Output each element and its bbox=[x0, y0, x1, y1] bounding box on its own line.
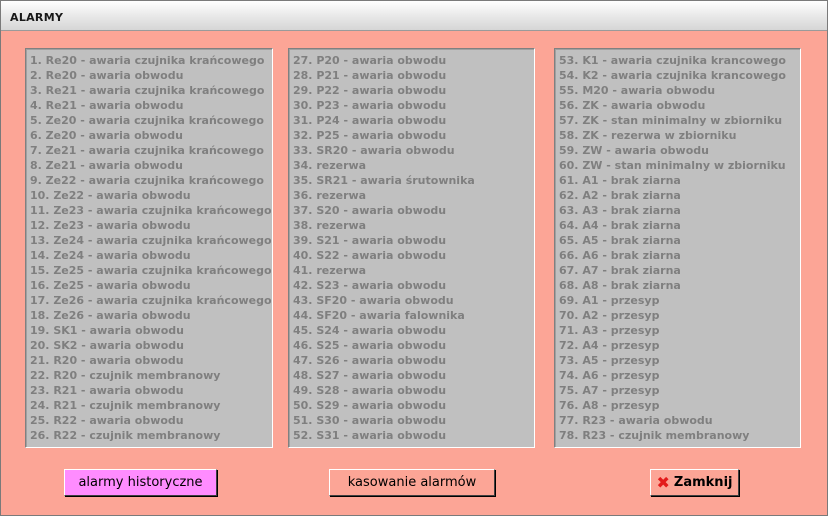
alarm-item: 50. S29 - awaria obwodu bbox=[293, 399, 447, 412]
alarm-list-1: 1. Re20 - awaria czujnika krańcowego 2. R… bbox=[26, 49, 272, 443]
alarm-item: 37. S20 - awaria obwodu bbox=[293, 204, 447, 217]
alarm-item: 69. A1 - przesyp bbox=[559, 294, 660, 307]
alarm-history-button[interactable]: alarmy historyczne bbox=[64, 469, 217, 496]
alarm-item: 7. Ze21 - awaria czujnika krańcowego bbox=[30, 144, 264, 157]
alarm-history-label: alarmy historyczne bbox=[78, 475, 203, 490]
alarm-item: 29. P22 - awaria obwodu bbox=[293, 84, 447, 97]
alarm-item: 76. A8 - przesyp bbox=[559, 399, 660, 412]
alarm-item: 53. K1 - awaria czujnika krancowego bbox=[559, 54, 786, 67]
alarm-item: 35. SR21 - awaria śrutownika bbox=[293, 174, 475, 187]
alarm-item: 46. S25 - awaria obwodu bbox=[293, 339, 447, 352]
alarm-list-3: 53. K1 - awaria czujnika krancowego 54. K… bbox=[555, 49, 800, 443]
alarm-item: 52. S31 - awaria obwodu bbox=[293, 429, 447, 442]
alarm-item: 63. A3 - brak ziarna bbox=[559, 204, 681, 217]
alarm-item: 45. S24 - awaria obwodu bbox=[293, 324, 447, 337]
alarm-item: 62. A2 - brak ziarna bbox=[559, 189, 681, 202]
alarm-item: 1. Re20 - awaria czujnika krańcowego bbox=[30, 54, 265, 67]
alarm-item: 33. SR20 - awaria obwodu bbox=[293, 144, 455, 157]
alarm-window: ALARMY 1. Re20 - awaria czujnika krańcow… bbox=[0, 0, 828, 516]
alarm-item: 12. Ze23 - awaria obwodu bbox=[30, 219, 191, 232]
alarm-item: 22. R20 - czujnik membranowy bbox=[30, 369, 221, 382]
alarm-item: 57. ZK - stan minimalny w zbiorniku bbox=[559, 114, 783, 127]
reset-alarms-label: kasowanie alarmów bbox=[347, 475, 477, 490]
alarm-item: 5. Ze20 - awaria czujnika krańcowego bbox=[30, 114, 264, 127]
alarm-item: 30. P23 - awaria obwodu bbox=[293, 99, 447, 112]
alarm-item: 21. R20 - awaria obwodu bbox=[30, 354, 184, 367]
alarm-item: 55. M20 - awaria obwodu bbox=[559, 84, 716, 97]
alarm-item: 10. Ze22 - awaria obwodu bbox=[30, 189, 191, 202]
window-title: ALARMY bbox=[10, 11, 64, 24]
alarm-item: 11. Ze23 - awaria czujnika krańcowego bbox=[30, 204, 272, 217]
alarm-item: 31. P24 - awaria obwodu bbox=[293, 114, 447, 127]
alarm-item: 6. Ze20 - awaria obwodu bbox=[30, 129, 183, 142]
alarm-item: 70. A2 - przesyp bbox=[559, 309, 660, 322]
alarm-item: 65. A5 - brak ziarna bbox=[559, 234, 681, 247]
alarm-item: 17. Ze26 - awaria czujnika krańcowego bbox=[30, 294, 272, 307]
alarm-item: 24. R21 - czujnik membranowy bbox=[30, 399, 221, 412]
alarm-item: 26. R22 - czujnik membranowy bbox=[30, 429, 221, 442]
title-bar[interactable]: ALARMY bbox=[1, 1, 827, 31]
alarm-item: 15. Ze25 - awaria czujnika krańcowego bbox=[30, 264, 272, 277]
alarm-item: 74. A6 - przesyp bbox=[559, 369, 660, 382]
alarm-item: 64. A4 - brak ziarna bbox=[559, 219, 681, 232]
alarm-item: 41. rezerwa bbox=[293, 264, 367, 277]
alarm-item: 61. A1 - brak ziarna bbox=[559, 174, 681, 187]
alarm-item: 51. S30 - awaria obwodu bbox=[293, 414, 447, 427]
alarm-list-2: 27. P20 - awaria obwodu 28. P21 - awaria … bbox=[289, 49, 534, 443]
alarm-item: 20. SK2 - awaria obwodu bbox=[30, 339, 184, 352]
alarm-item: 44. SF20 - awaria falownika bbox=[293, 309, 465, 322]
alarm-item: 14. Ze24 - awaria obwodu bbox=[30, 249, 191, 262]
alarm-item: 78. R23 - czujnik membranowy bbox=[559, 429, 750, 442]
alarm-item: 9. Ze22 - awaria czujnika krańcowego bbox=[30, 174, 264, 187]
close-label: Zamknij bbox=[673, 475, 733, 490]
alarm-item: 39. S21 - awaria obwodu bbox=[293, 234, 447, 247]
alarm-item: 54. K2 - awaria czujnika krancowego bbox=[559, 69, 786, 82]
alarm-item: 75. A7 - przesyp bbox=[559, 384, 660, 397]
alarm-item: 34. rezerwa bbox=[293, 159, 367, 172]
alarm-item: 19. SK1 - awaria obwodu bbox=[30, 324, 184, 337]
alarm-item: 43. SF20 - awaria obwodu bbox=[293, 294, 454, 307]
alarm-item: 49. S28 - awaria obwodu bbox=[293, 384, 447, 397]
alarm-item: 4. Re21 - awaria obwodu bbox=[30, 99, 184, 112]
alarm-item: 38. rezerwa bbox=[293, 219, 367, 232]
alarm-item: 13. Ze24 - awaria czujnika krańcowego bbox=[30, 234, 272, 247]
alarm-item: 42. S23 - awaria obwodu bbox=[293, 279, 447, 292]
alarm-item: 28. P21 - awaria obwodu bbox=[293, 69, 447, 82]
alarm-item: 8. Ze21 - awaria obwodu bbox=[30, 159, 183, 172]
alarm-item: 68. A8 - brak ziarna bbox=[559, 279, 681, 292]
alarm-item: 16. Ze25 - awaria obwodu bbox=[30, 279, 191, 292]
alarm-item: 2. Re20 - awaria obwodu bbox=[30, 69, 184, 82]
alarm-item: 3. Re21 - awaria czujnika krańcowego bbox=[30, 84, 265, 97]
close-button[interactable]: ✖ Zamknij bbox=[650, 469, 739, 496]
alarm-item: 66. A6 - brak ziarna bbox=[559, 249, 681, 262]
alarm-item: 60. ZW - stan minimalny w zbiorniku bbox=[559, 159, 786, 172]
alarm-item: 73. A5 - przesyp bbox=[559, 354, 660, 367]
alarm-item: 40. S22 - awaria obwodu bbox=[293, 249, 447, 262]
alarm-panel-2: 27. P20 - awaria obwodu 28. P21 - awaria … bbox=[288, 48, 535, 448]
alarm-item: 32. P25 - awaria obwodu bbox=[293, 129, 447, 142]
alarm-item: 23. R21 - awaria obwodu bbox=[30, 384, 184, 397]
alarm-item: 77. R23 - awaria obwodu bbox=[559, 414, 713, 427]
alarm-item: 25. R22 - awaria obwodu bbox=[30, 414, 184, 427]
alarm-item: 47. S26 - awaria obwodu bbox=[293, 354, 447, 367]
alarm-item: 72. A4 - przesyp bbox=[559, 339, 660, 352]
alarm-item: 18. Ze26 - awaria obwodu bbox=[30, 309, 191, 322]
close-x-icon: ✖ bbox=[656, 472, 670, 492]
alarm-panel-3: 53. K1 - awaria czujnika krancowego 54. K… bbox=[554, 48, 801, 448]
alarm-item: 71. A3 - przesyp bbox=[559, 324, 660, 337]
alarm-item: 36. rezerwa bbox=[293, 189, 367, 202]
alarm-item: 27. P20 - awaria obwodu bbox=[293, 54, 447, 67]
alarm-item: 59. ZW - awaria obwodu bbox=[559, 144, 709, 157]
alarm-item: 58. ZK - rezerwa w zbiorniku bbox=[559, 129, 737, 142]
reset-alarms-button[interactable]: kasowanie alarmów bbox=[329, 469, 495, 496]
alarm-item: 48. S27 - awaria obwodu bbox=[293, 369, 447, 382]
alarm-panel-1: 1. Re20 - awaria czujnika krańcowego 2. R… bbox=[25, 48, 273, 448]
alarm-item: 67. A7 - brak ziarna bbox=[559, 264, 681, 277]
alarm-item: 56. ZK - awaria obwodu bbox=[559, 99, 706, 112]
